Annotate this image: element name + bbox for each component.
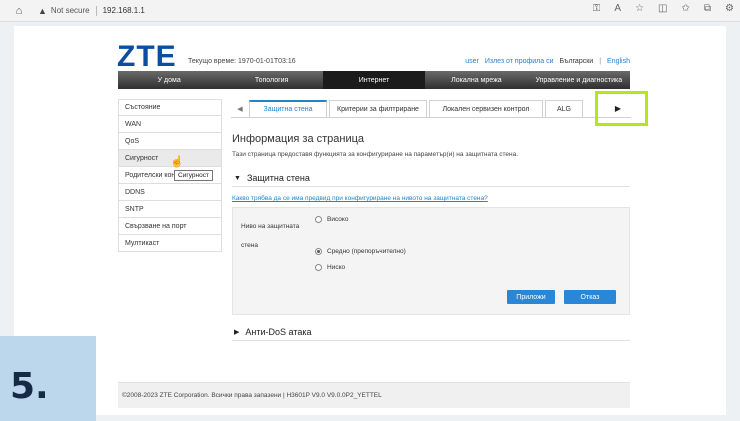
section-title: Анти-DoS атака [245,327,312,337]
sidebar-item-ddns[interactable]: DDNS [118,184,222,201]
tab-firewall[interactable]: Защитна стена [249,100,327,117]
tab-bar: ◀ Защитна стена Критерии за филтриране Л… [231,100,631,118]
address-bar[interactable]: ▲ Not secure 192.168.1.1 [38,5,145,16]
menu-home[interactable]: У дома [118,71,220,89]
tab-filter-criteria[interactable]: Критерии за филтриране [329,100,427,117]
divider [232,186,630,187]
firewall-form: Ниво на защитната стена Високо Средно (п… [232,207,630,315]
home-icon[interactable]: ⌂ [10,2,28,20]
firewall-level-label: Ниво на защитната стена [241,217,311,255]
browser-actions: ⚿ A ☆ ◫ ✩ ⧉ ⚙ [593,3,734,14]
star-icon[interactable]: ☆ [635,3,644,14]
main-menu: У дома Топология Интернет Локална мрежа … [118,71,630,89]
divider [232,340,630,341]
extensions-icon[interactable]: ⚙ [725,3,734,14]
system-time: Текущо време: 1970-01-01T03:16 [188,58,296,65]
footer: ©2008-2023 ZTE Corporation. Всички права… [118,382,630,408]
sidebar-item-sntp[interactable]: SNTP [118,201,222,218]
lang-separator: | [599,58,602,65]
split-screen-icon[interactable]: ◫ [658,3,667,14]
radio-low[interactable]: Ниско [315,264,345,271]
url-text: 192.168.1.1 [102,6,145,15]
radio-icon [315,216,322,223]
divider [95,5,97,16]
step-number: 5. [10,366,49,407]
menu-internet[interactable]: Интернет [322,71,426,89]
radio-label: Ниско [327,264,346,271]
sidebar-item-multicast[interactable]: Мултикаст [118,235,222,252]
radio-icon [315,264,322,271]
browser-toolbar: ⌂ ▲ Not secure 192.168.1.1 ⚿ A ☆ ◫ ✩ ⧉ ⚙ [0,0,740,22]
radio-label: Високо [327,216,349,223]
sidebar-item-status[interactable]: Състояние [118,99,222,116]
radio-selected-icon [315,248,322,255]
radio-label: Средно (препоръчително) [327,248,406,255]
top-links: user Излез от профила си Български | Eng… [465,58,630,65]
tooltip: Сигурност [174,170,213,181]
step-badge: 5. [0,336,96,421]
collections-icon[interactable]: ⧉ [704,3,711,14]
collapse-icon: ▼ [234,174,241,182]
radio-high[interactable]: Високо [315,216,348,223]
lang-en[interactable]: English [607,58,630,65]
expand-icon: ▶ [234,329,240,336]
hand-cursor-icon: ☝ [170,156,184,168]
favorites-icon[interactable]: ✩ [682,3,690,14]
section-title: Защитна стена [246,173,310,183]
user-link[interactable]: user [465,58,479,65]
section-firewall[interactable]: ▼ Защитна стена [234,173,310,183]
help-link[interactable]: Какво трябва да се има предвид при конфи… [232,195,488,202]
zte-logo: ZTE [117,40,177,73]
read-aloud-icon[interactable]: A [614,3,621,14]
not-secure-label: Not secure [50,6,90,15]
menu-lan[interactable]: Локална мрежа [425,71,527,89]
page-description: Тази страница предоставя функцията за ко… [232,151,519,158]
logout-link[interactable]: Излез от профила си [485,58,554,65]
tab-scroll-left-icon[interactable]: ◀ [231,100,249,117]
label-line-2: стена [241,242,258,249]
warning-icon: ▲ [38,5,47,16]
lang-bg[interactable]: Български [559,58,593,65]
sidebar-item-qos[interactable]: QoS [118,133,222,150]
section-anti-dos[interactable]: ▶ Анти-DoS атака [234,327,312,337]
page-title: Информация за страница [232,133,365,145]
highlight-box [595,91,648,126]
cancel-button[interactable]: Отказ [564,290,616,304]
menu-management[interactable]: Управление и диагностика [528,71,630,89]
sidebar-item-wan[interactable]: WAN [118,116,222,133]
radio-medium[interactable]: Средно (препоръчително) [315,248,406,255]
apply-button[interactable]: Приложи [507,290,555,304]
menu-topology[interactable]: Топология [220,71,322,89]
tab-local-service-control[interactable]: Локален сервизен контрол [429,100,543,117]
key-icon[interactable]: ⚿ [593,3,601,14]
sidebar-item-port-binding[interactable]: Свързване на порт [118,218,222,235]
tab-alg[interactable]: ALG [545,100,583,117]
label-line-1: Ниво на защитната [241,223,300,230]
